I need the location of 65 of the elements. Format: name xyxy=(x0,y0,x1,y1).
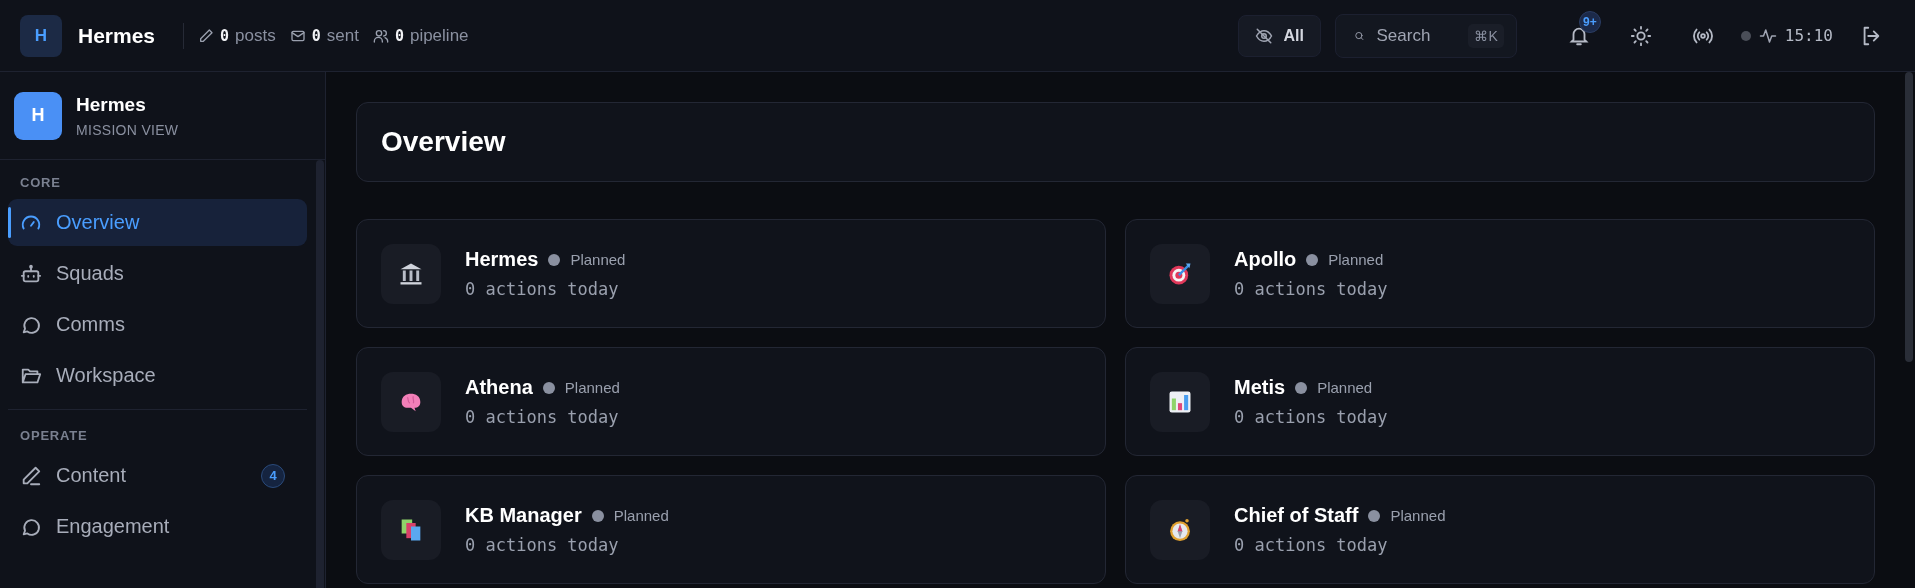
agent-name: Hermes xyxy=(465,248,539,271)
status-dot xyxy=(1295,381,1308,394)
agent-status: Planned xyxy=(570,251,626,268)
pulse-icon xyxy=(1758,26,1777,45)
agent-activity: 0 actions today xyxy=(1234,407,1388,427)
shortcut-hint: ⌘K xyxy=(1468,23,1504,48)
app-title: Hermes xyxy=(76,93,147,116)
section-label: CORE xyxy=(19,175,62,190)
connection-dot xyxy=(1740,30,1751,41)
agent-name: Athena xyxy=(465,376,533,399)
app-logo: H xyxy=(14,91,62,140)
agent-status: Planned xyxy=(613,507,669,524)
agent-activity: 0 actions today xyxy=(1234,279,1388,299)
stat-label: pipeline xyxy=(409,25,469,46)
agent-activity: 0 actions today xyxy=(1234,535,1389,555)
stat-label: sent xyxy=(326,25,359,46)
agent-activity: 0 actions today xyxy=(465,407,620,427)
count-badge: 4 xyxy=(261,463,285,488)
nav-item[interactable]: Content 4 xyxy=(8,452,307,499)
agent-activity: 0 actions today xyxy=(465,535,620,555)
agent-name: Chief of Staff xyxy=(1234,504,1359,527)
users-icon xyxy=(372,27,389,44)
eye-off-icon xyxy=(1255,26,1274,45)
stat-label: posts xyxy=(235,25,276,46)
status-dot xyxy=(1306,253,1319,266)
status-dot xyxy=(591,509,604,522)
agent-card[interactable]: Metis Planned 0 actions today xyxy=(1125,347,1875,456)
agent-activity: 0 actions today xyxy=(465,279,620,299)
status-dot xyxy=(542,381,555,394)
app-logo: H xyxy=(20,14,62,57)
agent-status: Planned xyxy=(1390,507,1446,524)
nav-item[interactable]: Overview xyxy=(8,199,307,246)
scrollbar-thumb[interactable] xyxy=(1905,72,1913,362)
stat-value: 0 xyxy=(394,26,404,45)
agent-card[interactable]: Athena Planned 0 actions today xyxy=(356,347,1106,456)
app-title: Hermes xyxy=(78,23,156,48)
nav-item[interactable]: Engagement xyxy=(8,503,307,550)
agent-status: Planned xyxy=(1328,251,1384,268)
status-dot xyxy=(1368,509,1381,522)
status-dot xyxy=(548,253,561,266)
agent-status: Planned xyxy=(564,379,620,396)
notification-count: 9+ xyxy=(1578,10,1601,33)
clock-time: 15:10 xyxy=(1784,26,1833,45)
agent-name: Metis xyxy=(1234,376,1286,399)
pencil-icon xyxy=(198,27,215,44)
robot-icon xyxy=(20,262,42,285)
agent-status: Planned xyxy=(1317,379,1373,396)
agent-card[interactable]: Chief of Staff Planned 0 actions today xyxy=(1125,475,1875,584)
app-subtitle: MISSION VIEW xyxy=(76,121,179,138)
nav-item[interactable]: Comms xyxy=(8,301,307,348)
search-field[interactable]: Search xyxy=(1374,24,1459,47)
agent-card[interactable]: Hermes Planned 0 actions today xyxy=(356,219,1106,328)
agent-card[interactable]: KB Manager Planned 0 actions today xyxy=(356,475,1106,584)
agent-card[interactable]: Apollo Planned 0 actions today xyxy=(1125,219,1875,328)
section-label: OPERATE xyxy=(19,428,89,443)
page-title: Overview xyxy=(381,126,506,158)
agent-name: Apollo xyxy=(1234,248,1297,271)
stat-value: 0 xyxy=(220,26,230,45)
pencil-icon xyxy=(20,464,42,487)
stat-value: 0 xyxy=(311,26,321,45)
sun-icon xyxy=(1629,24,1652,47)
agent-name: KB Manager xyxy=(465,504,582,527)
nav-item[interactable]: Squads xyxy=(8,250,307,297)
filter-button[interactable]: All xyxy=(1238,14,1321,57)
nav-item[interactable]: Workspace xyxy=(8,352,307,399)
